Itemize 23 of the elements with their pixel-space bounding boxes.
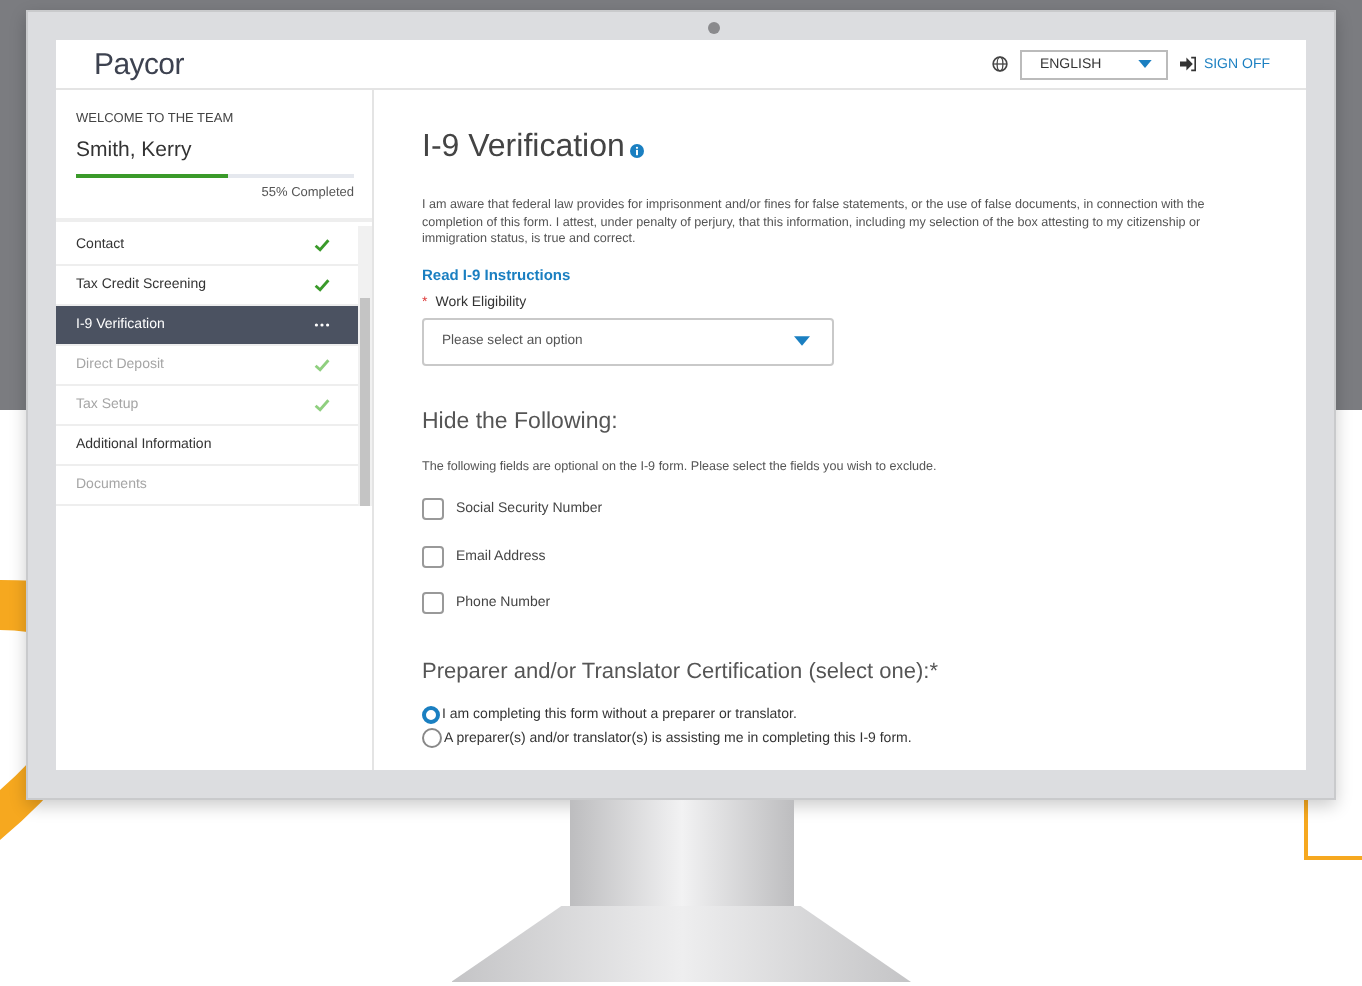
radio-button[interactable]: [422, 705, 440, 724]
section-heading: Hide the Following:: [422, 409, 620, 434]
camera-icon: [708, 22, 720, 34]
info-icon[interactable]: [630, 144, 645, 158]
checkbox[interactable]: [422, 592, 444, 615]
more-icon: [314, 322, 330, 328]
caret-icon: [794, 336, 810, 347]
section-heading: Preparer and/or Translator Certification (select one):*: [422, 660, 941, 685]
check-icon: [314, 278, 330, 292]
check-icon: [314, 358, 330, 372]
scrollbar[interactable]: [358, 226, 372, 506]
check-icon: [314, 238, 330, 252]
corner-line-drawing: [1304, 800, 1362, 860]
page-title: I-9 Verification: [422, 130, 625, 166]
radio-button[interactable]: [422, 728, 442, 749]
checkbox[interactable]: [422, 545, 444, 568]
sign-out-icon: [1179, 56, 1196, 72]
globe-icon: [991, 56, 1008, 72]
caret-icon: [1137, 60, 1152, 68]
check-icon: [314, 398, 330, 412]
checkbox[interactable]: [422, 498, 444, 521]
employee-name: Smith, Kerry: [76, 138, 194, 162]
logo: Paycor: [94, 47, 184, 81]
